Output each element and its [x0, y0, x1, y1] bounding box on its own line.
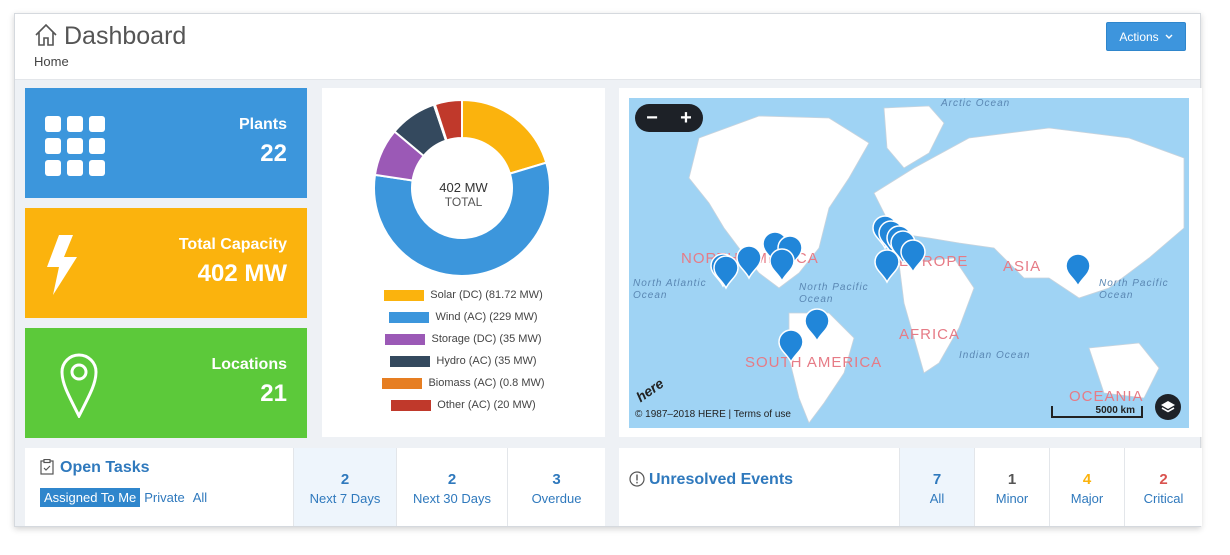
legend-label: Hydro (AC) (35 MW) [436, 355, 537, 367]
map-scale-bar [1051, 406, 1143, 418]
open-tasks-title[interactable]: Open Tasks [60, 459, 150, 477]
task-filters: Assigned To Me Private All [40, 488, 211, 507]
tab-count: 1 [1007, 471, 1017, 488]
locations-label: Locations [211, 356, 287, 373]
locations-value: 21 [260, 380, 287, 407]
tab-count: 2 [1159, 471, 1168, 488]
donut-slice-solar-dc[interactable] [461, 98, 548, 175]
plant-marker[interactable] [804, 308, 830, 342]
filter-private[interactable]: Private [140, 488, 188, 507]
tab-label: Major [1070, 491, 1104, 506]
actions-button[interactable]: Actions [1106, 22, 1186, 51]
legend-label: Wind (AC) (229 MW) [435, 311, 538, 323]
donut-legend: Solar (DC) (81.72 MW) Wind (AC) (229 MW)… [322, 284, 605, 416]
tab-next-30-days[interactable]: 2 Next 30 Days [396, 448, 507, 526]
tab-count: 7 [932, 471, 942, 488]
tab-label: All [929, 491, 945, 506]
tab-label: Next 7 Days [309, 491, 381, 506]
location-pin-icon [60, 353, 98, 418]
breadcrumb[interactable]: Home [34, 54, 69, 69]
legend-swatch [382, 377, 423, 389]
plant-marker[interactable] [874, 249, 900, 283]
legend-swatch [385, 333, 426, 345]
tab-minor-events[interactable]: 1 Minor [974, 448, 1049, 526]
legend-swatch [391, 399, 432, 411]
map-layers-button[interactable] [1155, 394, 1181, 420]
plants-value: 22 [260, 140, 287, 167]
capacity-card[interactable]: Total Capacity 402 MW [25, 208, 307, 318]
tab-overdue[interactable]: 3 Overdue [507, 448, 605, 526]
legend-item[interactable]: Other (AC) (20 MW) [322, 394, 605, 416]
capacity-label: Total Capacity [178, 236, 287, 253]
legend-item[interactable]: Solar (DC) (81.72 MW) [322, 284, 605, 306]
donut-center-value: 402 MW [439, 180, 488, 195]
tab-label: Overdue [531, 491, 582, 506]
info-circle-icon [629, 471, 645, 487]
capacity-donut-panel: 402 MW TOTAL Solar (DC) (81.72 MW) Wind … [322, 88, 605, 437]
unresolved-events-panel: Unresolved Events 7 All 1 Minor 4 Major … [619, 448, 1202, 526]
world-map[interactable]: Arctic Ocean North Atlantic Ocean North … [629, 98, 1189, 428]
legend-label: Biomass (AC) (0.8 MW) [428, 377, 545, 389]
plant-marker[interactable] [769, 248, 795, 282]
unresolved-events-title[interactable]: Unresolved Events [649, 471, 793, 489]
actions-label: Actions [1119, 29, 1159, 44]
legend-item[interactable]: Wind (AC) (229 MW) [322, 306, 605, 328]
tab-label: Minor [995, 491, 1029, 506]
tab-count: 3 [552, 471, 561, 488]
grid-icon [45, 116, 105, 176]
plants-label: Plants [238, 116, 287, 133]
tab-all-events[interactable]: 7 All [899, 448, 974, 526]
tab-count: 2 [340, 471, 350, 488]
legend-label: Other (AC) (20 MW) [437, 399, 536, 411]
zoom-control: − + [635, 104, 703, 132]
plant-marker[interactable] [900, 239, 926, 273]
map-markers [710, 215, 1091, 363]
tab-major-events[interactable]: 4 Major [1049, 448, 1124, 526]
tab-label: Next 30 Days [412, 491, 492, 506]
legend-item[interactable]: Biomass (AC) (0.8 MW) [322, 372, 605, 394]
donut-center-label: TOTAL [444, 195, 483, 209]
tab-next-7-days[interactable]: 2 Next 7 Days [293, 448, 396, 526]
capacity-value: 402 MW [197, 260, 287, 287]
filter-all[interactable]: All [189, 488, 211, 507]
plant-marker[interactable] [736, 245, 762, 279]
tab-count: 2 [447, 471, 457, 488]
zoom-in-button[interactable]: + [672, 105, 700, 131]
legend-swatch [390, 355, 431, 367]
tab-label: Critical [1143, 491, 1184, 506]
zoom-out-button[interactable]: − [638, 105, 666, 131]
locations-card[interactable]: Locations 21 [25, 328, 307, 438]
clipboard-icon [40, 459, 54, 475]
plant-marker[interactable] [713, 255, 739, 289]
layers-icon [1161, 401, 1175, 413]
plant-marker[interactable] [778, 329, 804, 363]
lightning-icon [47, 235, 77, 295]
map-copyright[interactable]: © 1987–2018 HERE | Terms of use [635, 409, 791, 420]
tab-count: 4 [1082, 471, 1092, 488]
page-title: Dashboard [64, 22, 187, 50]
legend-item[interactable]: Hydro (AC) (35 MW) [322, 350, 605, 372]
legend-swatch [389, 311, 430, 323]
open-tasks-panel: Open Tasks Assigned To Me Private All 2 … [25, 448, 605, 526]
filter-assigned-to-me[interactable]: Assigned To Me [40, 488, 141, 507]
legend-label: Storage (DC) (35 MW) [431, 333, 542, 345]
home-icon[interactable] [33, 22, 59, 48]
legend-swatch [384, 289, 425, 301]
plant-marker[interactable] [1065, 253, 1091, 287]
chevron-down-icon [1165, 34, 1173, 39]
legend-item[interactable]: Storage (DC) (35 MW) [322, 328, 605, 350]
tab-critical-events[interactable]: 2 Critical [1124, 448, 1202, 526]
plants-map-panel: Arctic Ocean North Atlantic Ocean North … [619, 88, 1202, 437]
legend-label: Solar (DC) (81.72 MW) [430, 289, 543, 301]
plants-card[interactable]: Plants 22 [25, 88, 307, 198]
page-header: Dashboard Home Actions [15, 14, 1200, 80]
dashboard-frame: Dashboard Home Actions Plants 22 Total C… [14, 13, 1202, 527]
